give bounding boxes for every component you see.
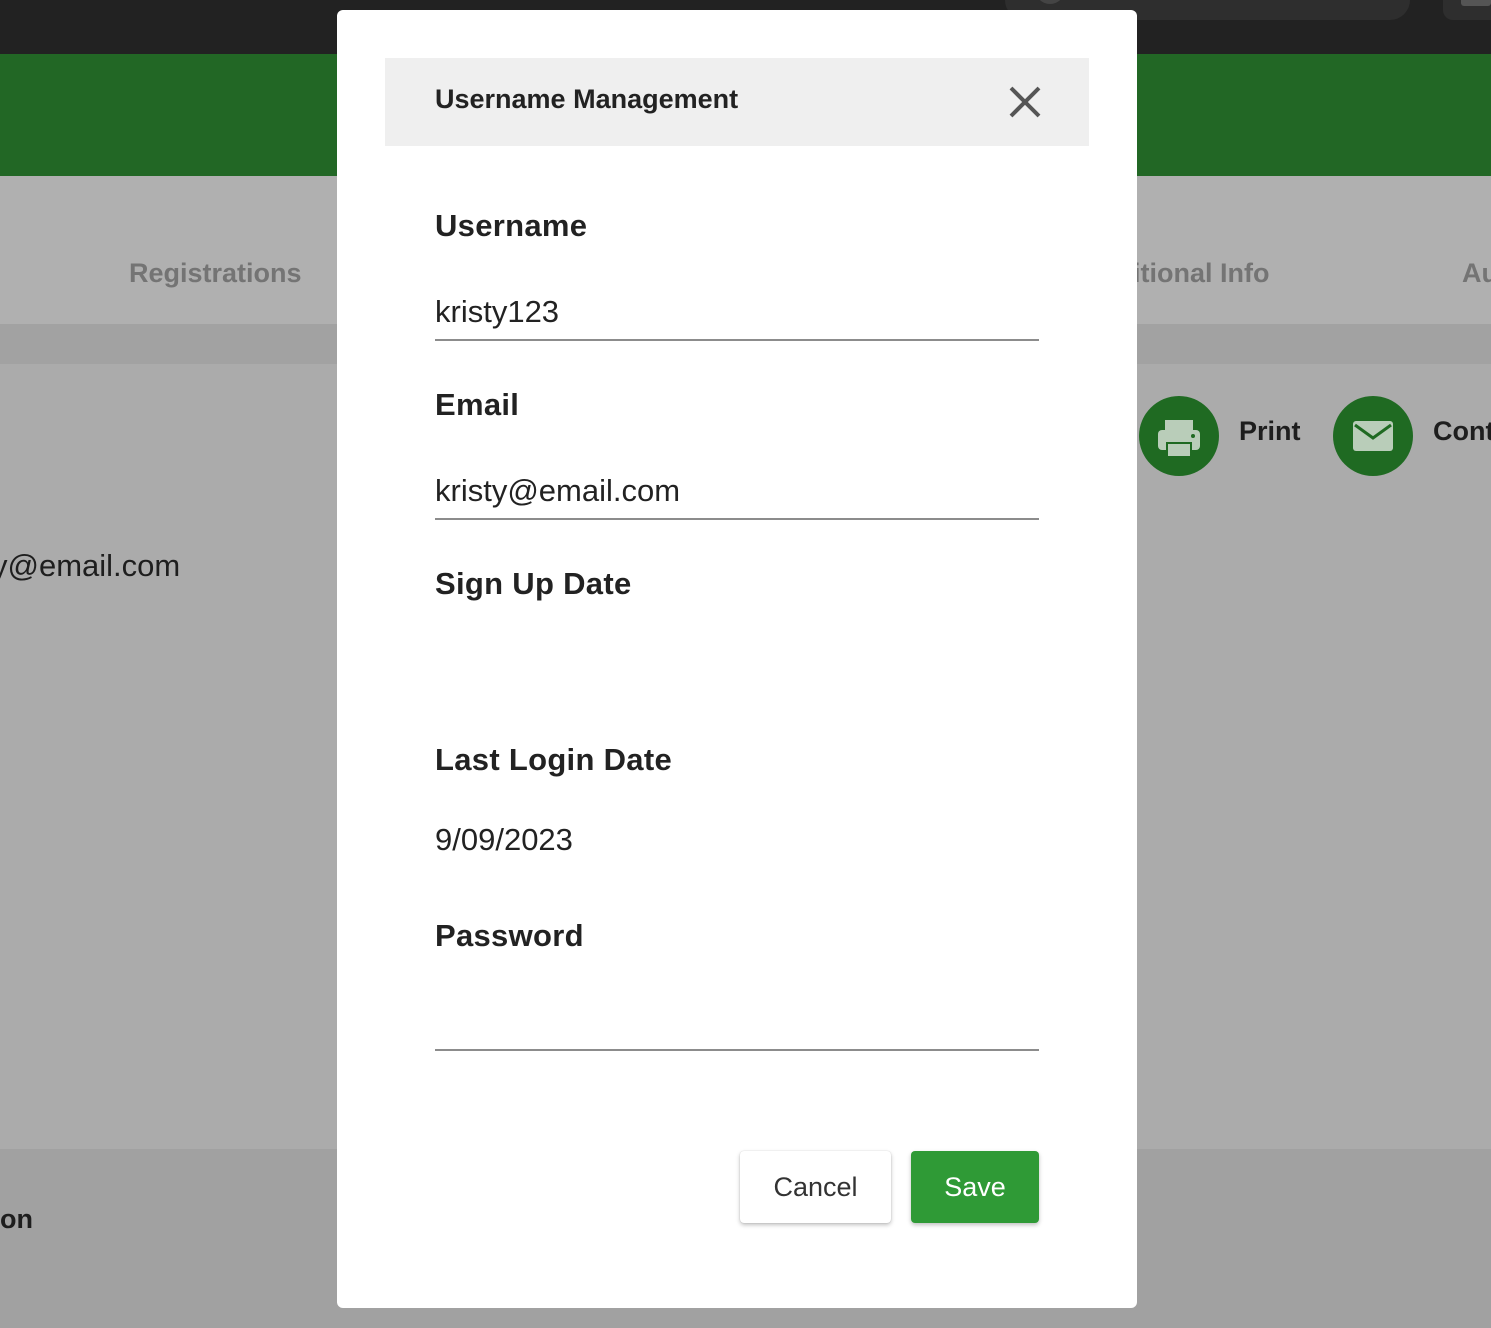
- username-input[interactable]: [435, 285, 1039, 341]
- last-login-date-value: 9/09/2023: [435, 822, 573, 857]
- print-label: Print: [1239, 416, 1301, 446]
- save-button[interactable]: Save: [911, 1151, 1039, 1223]
- username-label: Username: [435, 208, 588, 243]
- background-section-label: on: [0, 1204, 33, 1234]
- close-icon: [1009, 86, 1041, 118]
- username-management-dialog: Username Management Username Email Sign …: [337, 10, 1137, 1308]
- signup-date-label: Sign Up Date: [435, 566, 632, 601]
- tab-partial[interactable]: Au: [1462, 258, 1491, 289]
- close-button[interactable]: [1003, 80, 1047, 124]
- tab-additional-info[interactable]: itional Info: [1133, 258, 1269, 289]
- email-label: Email: [435, 387, 520, 422]
- print-button[interactable]: [1139, 396, 1219, 476]
- window-icon: [1461, 0, 1491, 6]
- password-label: Password: [435, 918, 584, 953]
- tab-registrations[interactable]: Registrations: [129, 258, 302, 289]
- background-email-text: y@email.com: [0, 548, 181, 583]
- cancel-button[interactable]: Cancel: [740, 1151, 891, 1223]
- printer-icon: [1158, 420, 1200, 456]
- mail-icon: [1353, 421, 1393, 451]
- contact-button[interactable]: [1333, 396, 1413, 476]
- last-login-date-label: Last Login Date: [435, 742, 673, 777]
- contact-label: Cont: [1433, 416, 1491, 446]
- dialog-title: Username Management: [435, 84, 739, 114]
- email-input[interactable]: [435, 464, 1039, 520]
- dialog-header: Username Management: [385, 58, 1089, 146]
- password-input[interactable]: [435, 995, 1039, 1051]
